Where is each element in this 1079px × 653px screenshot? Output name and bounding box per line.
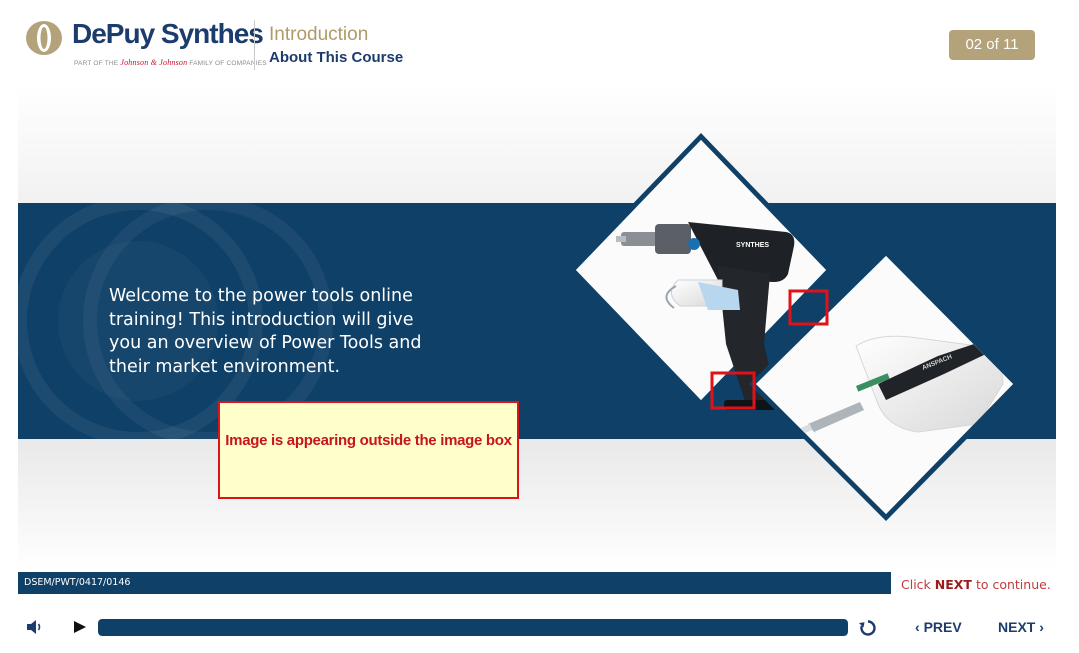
continue-hint: Click NEXT to continue. bbox=[901, 577, 1051, 592]
section-subtitle: About This Course bbox=[269, 49, 404, 66]
tagline-prefix: PART OF THE bbox=[74, 60, 119, 67]
product-images: SYNTHES ANSPACH bbox=[569, 133, 1021, 521]
next-button[interactable]: NEXT › bbox=[998, 619, 1044, 637]
chevron-right-icon: › bbox=[1039, 619, 1044, 635]
document-code: DSEM/PWT/0417/0146 bbox=[24, 577, 131, 588]
play-icon[interactable] bbox=[70, 618, 90, 636]
speaker-icon[interactable] bbox=[24, 617, 46, 637]
drill-brand-label: SYNTHES bbox=[736, 242, 769, 249]
header: DePuy Synthes PART OF THE Johnson & John… bbox=[0, 0, 1079, 80]
progress-fill bbox=[98, 619, 848, 636]
chevron-left-icon: ‹ bbox=[915, 619, 920, 635]
page-counter: 02 of 11 bbox=[949, 30, 1035, 60]
logo-tagline: PART OF THE Johnson & Johnson FAMILY OF … bbox=[74, 58, 267, 67]
hint-suffix: to continue. bbox=[975, 577, 1051, 592]
annotation-callout-text: Image is appearing outside the image box bbox=[225, 432, 512, 449]
slide-content: Welcome to the power tools online traini… bbox=[18, 84, 1056, 570]
prev-label: PREV bbox=[923, 619, 962, 635]
hint-prefix: Click bbox=[901, 577, 931, 592]
next-label: NEXT bbox=[998, 619, 1036, 635]
footer-strip: DSEM/PWT/0417/0146 bbox=[18, 572, 891, 594]
prev-button[interactable]: ‹ PREV bbox=[915, 619, 962, 637]
annotation-callout: Image is appearing outside the image box bbox=[218, 401, 519, 499]
section-title: Introduction bbox=[269, 24, 369, 45]
hint-action: NEXT bbox=[934, 577, 972, 592]
logo-mark-icon bbox=[26, 21, 62, 55]
depuy-synthes-logo: DePuy Synthes PART OF THE Johnson & John… bbox=[22, 18, 267, 72]
header-divider bbox=[254, 20, 255, 70]
replay-icon[interactable] bbox=[858, 618, 878, 638]
logo-brand-text: DePuy Synthes bbox=[72, 18, 264, 49]
tagline-suffix: FAMILY OF COMPANIES bbox=[189, 60, 267, 67]
progress-bar[interactable] bbox=[98, 619, 848, 636]
tagline-jj: Johnson & Johnson bbox=[120, 58, 188, 67]
